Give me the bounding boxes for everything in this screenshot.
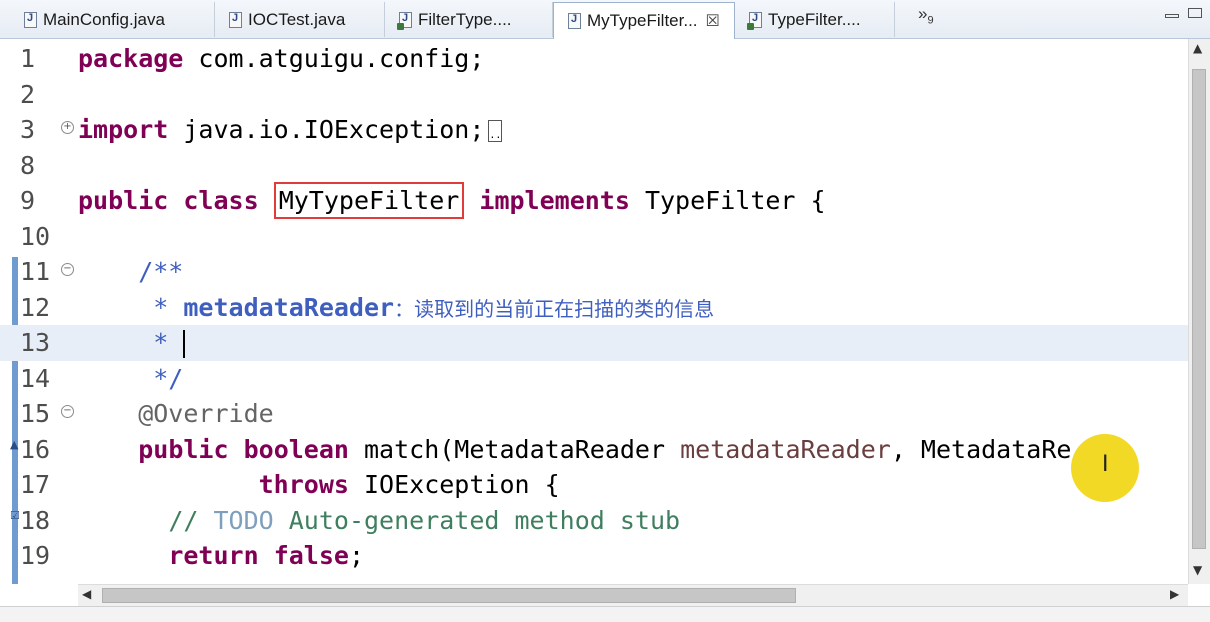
collapsed-imports-icon[interactable]: .. — [488, 120, 503, 142]
code-line[interactable]: 3 + import java.io.IOException;.. — [0, 112, 1188, 148]
code-line[interactable]: ▲ 16 public boolean match(MetadataReader… — [0, 432, 1188, 468]
code-line[interactable]: 19 return false; — [0, 538, 1188, 574]
code-line[interactable]: 11 − /** — [0, 254, 1188, 290]
scroll-up-icon[interactable]: ▲ — [1193, 41, 1202, 55]
code-line[interactable]: 15 − @Override — [0, 396, 1188, 432]
tab-typefilter[interactable]: TypeFilter.... — [735, 2, 895, 37]
line-number: 19 — [20, 541, 51, 570]
line-number: 1 — [20, 44, 36, 73]
bottom-border — [0, 606, 1210, 622]
class-file-icon — [747, 11, 762, 30]
scroll-left-icon[interactable]: ◀ — [82, 587, 91, 601]
vertical-scrollbar[interactable]: ▲ ▼ — [1188, 39, 1210, 584]
scroll-right-icon[interactable]: ▶ — [1170, 587, 1179, 601]
line-number: 3 — [20, 115, 36, 144]
more-tabs-button[interactable]: »9 — [918, 4, 934, 26]
minimize-icon[interactable] — [1165, 14, 1179, 18]
tab-mytypefilter[interactable]: MyTypeFilter... ☒ — [553, 2, 735, 39]
code-line[interactable]: 17 throws IOException { — [0, 467, 1188, 503]
line-number: 16 — [20, 434, 51, 464]
code-line[interactable]: 10 — [0, 219, 1188, 255]
text-caret — [183, 330, 186, 358]
line-number: 9 — [20, 186, 36, 215]
line-number: 15 — [20, 399, 51, 428]
tab-label: IOCTest.java — [248, 9, 346, 29]
class-name: MyTypeFilter — [278, 186, 460, 215]
line-number: 2 — [20, 79, 36, 109]
line-number: 11 — [20, 257, 51, 286]
editor-tab-bar: MainConfig.java IOCTest.java FilterType.… — [0, 0, 1210, 39]
java-file-icon — [229, 11, 242, 28]
horizontal-scrollbar[interactable]: ◀ ▶ — [78, 584, 1188, 606]
line-number: 8 — [20, 150, 36, 180]
hidden-tab-count: 9 — [927, 14, 934, 27]
class-file-icon — [397, 11, 412, 30]
line-number: 18 — [20, 505, 51, 535]
collapse-fold-icon[interactable]: − — [61, 405, 74, 418]
tab-label: FilterType.... — [418, 9, 512, 29]
scroll-down-icon[interactable]: ▼ — [1193, 563, 1202, 577]
tab-label: MyTypeFilter... — [587, 11, 698, 30]
code-line[interactable]: 14 */ — [0, 361, 1188, 397]
line-number: 14 — [20, 363, 51, 393]
close-tab-icon[interactable]: ☒ — [706, 11, 720, 31]
tab-label: TypeFilter.... — [768, 9, 861, 29]
java-file-icon — [568, 13, 581, 29]
collapse-fold-icon[interactable]: − — [61, 263, 74, 276]
ibeam-cursor-icon: I — [1102, 452, 1109, 477]
line-number: 13 — [20, 328, 51, 357]
vertical-scroll-thumb[interactable] — [1192, 69, 1206, 549]
expand-fold-icon[interactable]: + — [61, 121, 74, 134]
code-line[interactable]: ☑ 18 // TODO Auto-generated method stub — [0, 503, 1188, 539]
code-editor[interactable]: 1 package com.atguigu.config; 2 3 + impo… — [0, 39, 1188, 584]
code-line[interactable]: 8 — [0, 148, 1188, 184]
code-line[interactable]: 1 package com.atguigu.config; — [0, 41, 1188, 77]
tab-label: MainConfig.java — [43, 9, 165, 29]
tab-mainconfig[interactable]: MainConfig.java — [10, 2, 215, 37]
java-file-icon — [24, 11, 37, 28]
tab-filtertype[interactable]: FilterType.... — [385, 2, 553, 37]
tab-ioctest[interactable]: IOCTest.java — [215, 2, 385, 37]
code-line[interactable]: 9 public class MyTypeFilter implements T… — [0, 182, 1188, 219]
current-code-line[interactable]: 13 * — [0, 325, 1188, 361]
class-name-highlight-box: MyTypeFilter — [273, 182, 465, 219]
line-number: 12 — [20, 292, 51, 322]
code-line[interactable]: 2 — [0, 77, 1188, 113]
horizontal-scroll-thumb[interactable] — [102, 588, 796, 603]
line-number: 10 — [20, 221, 51, 251]
line-number: 17 — [20, 470, 51, 499]
maximize-icon[interactable] — [1188, 8, 1202, 18]
code-line[interactable]: 12 * metadataReader：读取到的当前正在扫描的类的信息 — [0, 290, 1188, 326]
